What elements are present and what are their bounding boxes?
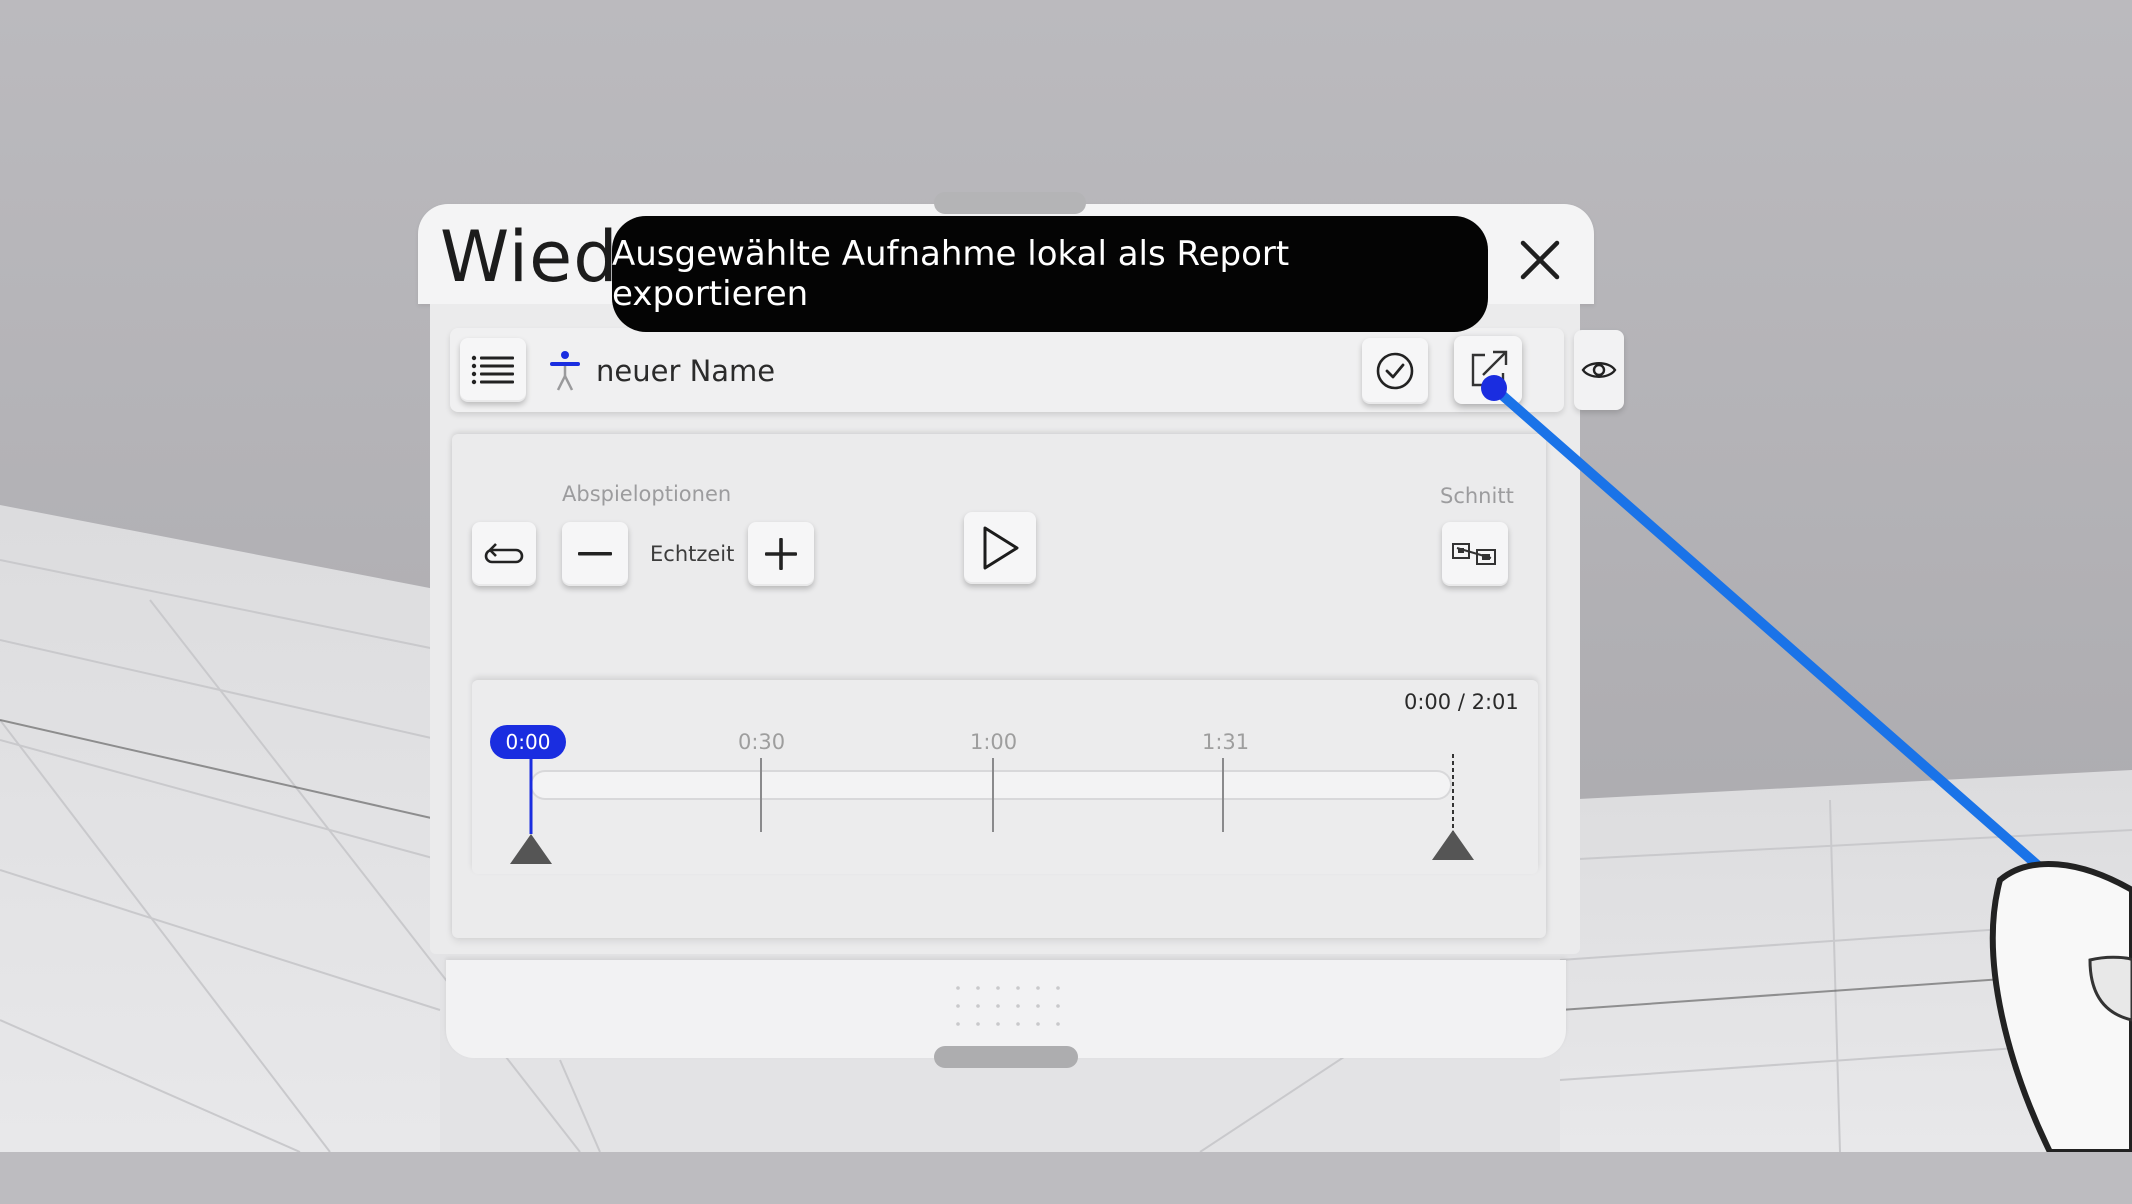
controller-pointer [1481, 375, 2132, 1152]
vr-controller [1989, 861, 2132, 1152]
